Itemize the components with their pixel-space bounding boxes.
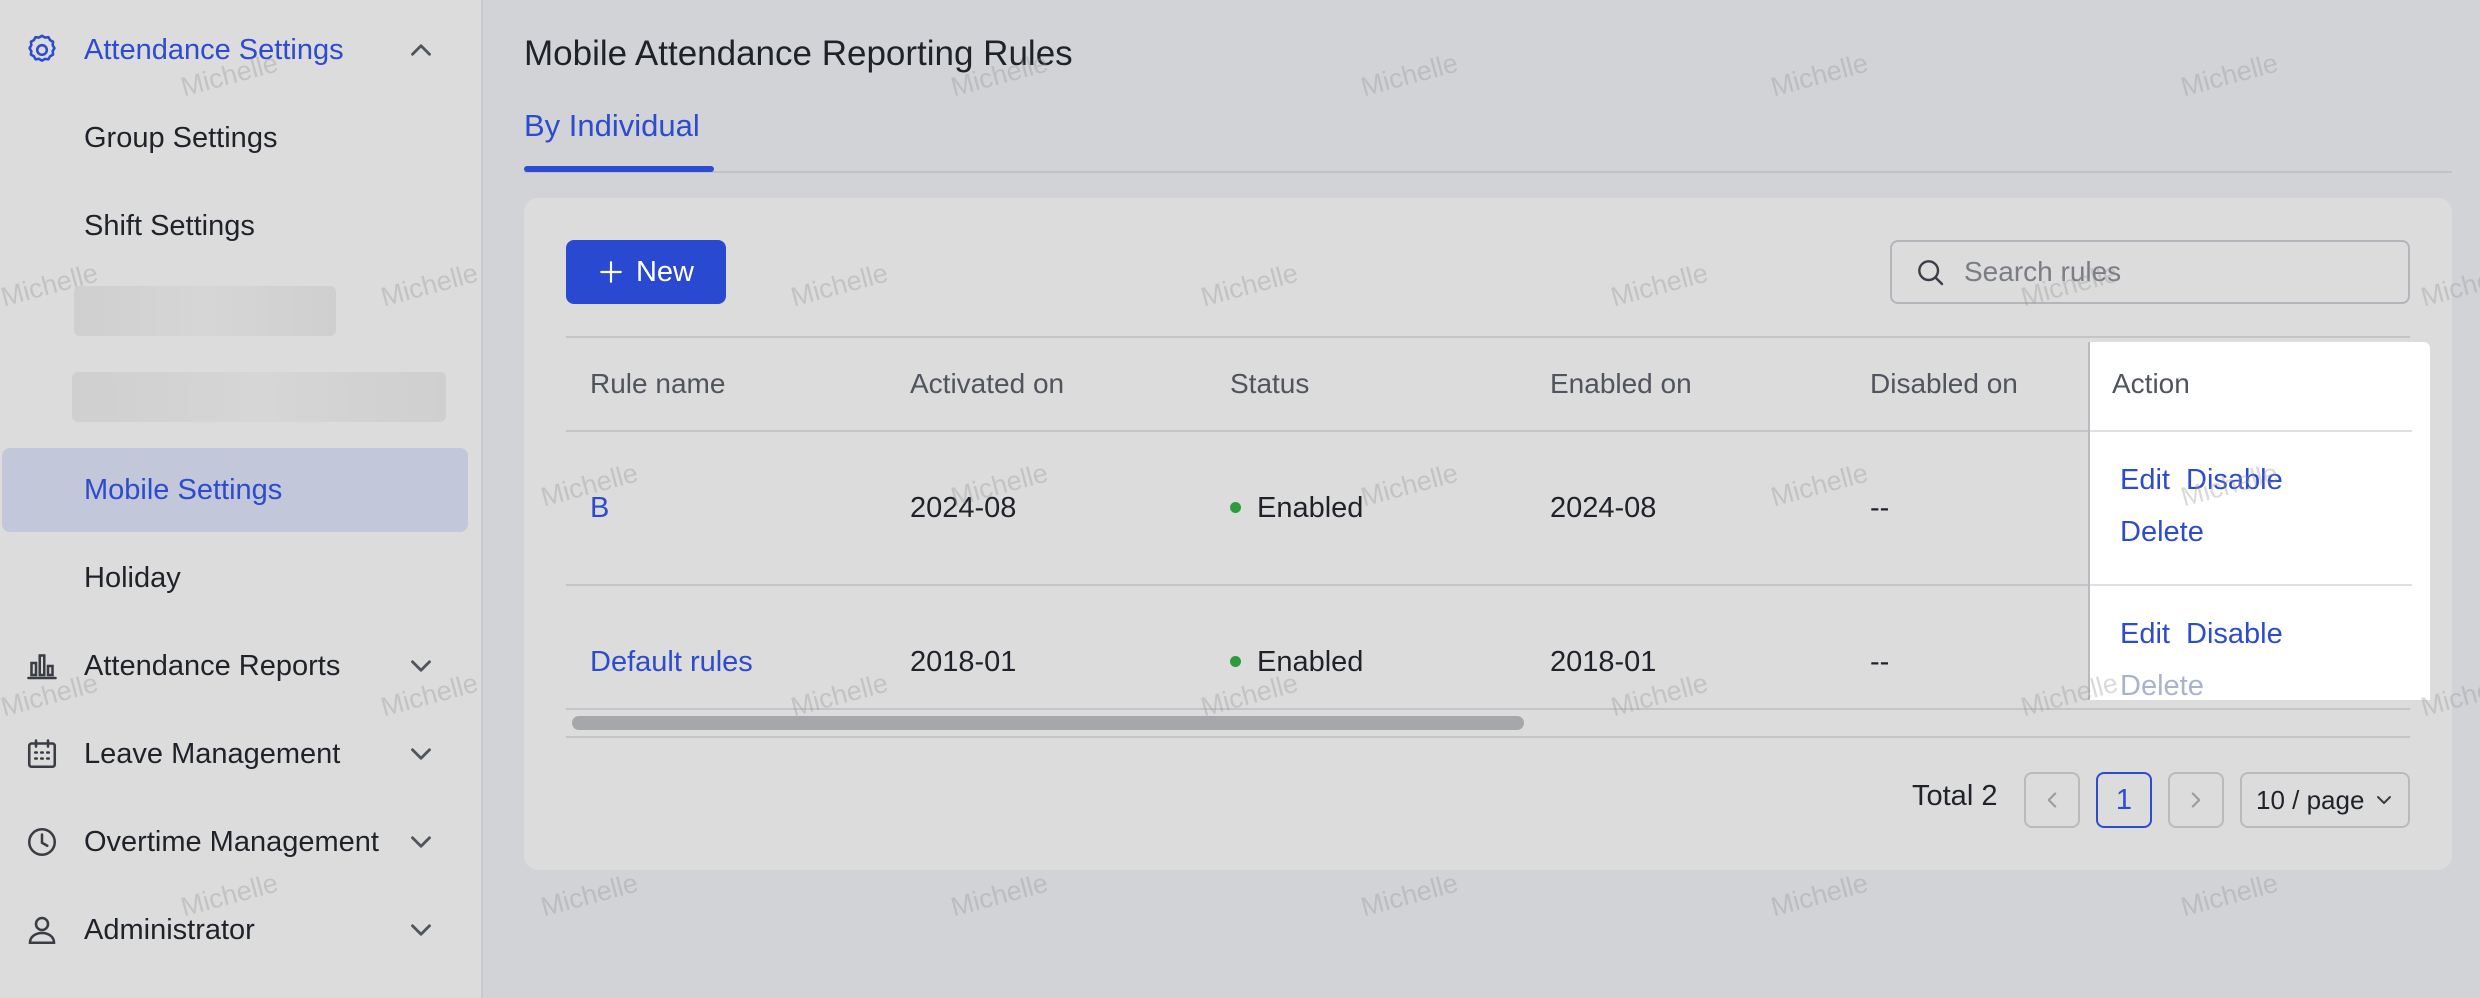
chevron-down-icon [2377, 796, 2391, 804]
sidebar-item-group-settings[interactable]: Group Settings [0, 96, 483, 180]
enabled-on-cell: 2024-08 [1550, 492, 1657, 524]
column-header-rule-name[interactable]: Rule name [590, 368, 725, 400]
sidebar-item-overtime-management[interactable]: Overtime Management [0, 800, 483, 884]
page-title: Mobile Attendance Reporting Rules [524, 34, 1073, 73]
delete-rule-button-disabled: Delete [2120, 670, 2204, 700]
table-top-border [566, 336, 2410, 338]
watermark-text: Michelle [537, 867, 642, 923]
chevron-left-icon [2047, 792, 2057, 808]
watermark-text: Michelle [1357, 867, 1462, 923]
sidebar-item-label: Administrator [84, 913, 255, 946]
status-text: Enabled [1257, 646, 1364, 678]
watermark-text: Michelle [2177, 47, 2282, 103]
watermark-text: Michelle [1767, 867, 1872, 923]
sidebar-item-administrator[interactable]: Administrator [0, 888, 483, 972]
status-dot-icon [1230, 655, 1241, 667]
sidebar-item-label: Mobile Settings [84, 473, 283, 506]
chevron-right-icon [2191, 792, 2201, 808]
edit-rule-button[interactable]: Edit [2120, 464, 2170, 497]
tab-divider [524, 171, 2452, 173]
prev-page-button[interactable] [2024, 772, 2080, 828]
new-rule-button[interactable]: New [566, 240, 726, 304]
sidebar-item-holiday[interactable]: Holiday [0, 536, 483, 620]
watermark-text: Michelle [1357, 47, 1462, 103]
sidebar: Attendance Settings Group Settings Shift… [0, 0, 483, 998]
user-icon [28, 916, 56, 945]
page-size-value: 10 / page [2256, 784, 2365, 815]
column-header-status[interactable]: Status [1230, 368, 1309, 400]
bar-chart-icon [27, 654, 57, 680]
disabled-on-cell: -- [1870, 646, 1890, 678]
sidebar-item-attendance-settings[interactable]: Attendance Settings [0, 8, 483, 92]
column-header-enabled-on[interactable]: Enabled on [1550, 368, 1692, 400]
column-header-action: Action [2112, 368, 2190, 399]
plus-icon [600, 261, 622, 283]
enabled-on-cell: 2018-01 [1550, 646, 1657, 678]
sidebar-item-label: Attendance Settings [84, 33, 344, 66]
sidebar-item-label: Group Settings [84, 121, 278, 154]
status-cell: Enabled [1230, 492, 1363, 525]
status-dot-icon [1230, 501, 1241, 513]
action-column-divider [2090, 430, 2412, 432]
table-bottom-border [566, 736, 2410, 738]
watermark-text: Michelle [947, 867, 1052, 923]
chevron-up-icon [411, 44, 431, 56]
table-row-divider [566, 708, 2410, 710]
blurred-item-placeholder [74, 286, 336, 336]
activated-on-cell: 2018-01 [910, 646, 1017, 678]
search-box[interactable] [1890, 240, 2410, 304]
new-rule-button-label: New [635, 255, 694, 288]
tab-by-individual[interactable]: By Individual [524, 108, 700, 144]
rule-name-link[interactable]: B [590, 492, 609, 525]
watermark-text: Michelle [2177, 867, 2282, 923]
sidebar-item-label: Leave Management [84, 737, 341, 770]
chevron-down-icon [411, 660, 431, 672]
sidebar-item-attendance-reports[interactable]: Attendance Reports [0, 624, 483, 708]
sidebar-item-label: Shift Settings [84, 209, 255, 242]
column-header-activated-on[interactable]: Activated on [910, 368, 1064, 400]
status-text: Enabled [1257, 492, 1364, 524]
clock-icon [27, 827, 57, 857]
action-column-divider [2090, 584, 2412, 586]
column-header-disabled-on[interactable]: Disabled on [1870, 368, 2018, 400]
watermark-text: Michelle [1767, 47, 1872, 103]
chevron-down-icon [411, 748, 431, 760]
horizontal-scrollbar-thumb[interactable] [572, 716, 1524, 730]
status-cell: Enabled [1230, 646, 1363, 679]
sidebar-item-label: Holiday [84, 561, 181, 594]
calendar-icon [27, 739, 57, 769]
sidebar-item-label: Attendance Reports [84, 649, 341, 682]
sidebar-item-shift-settings[interactable]: Shift Settings [0, 184, 483, 268]
next-page-button[interactable] [2168, 772, 2224, 828]
disabled-on-cell: -- [1870, 492, 1890, 524]
total-count: Total 2 [1912, 780, 1998, 812]
sidebar-item-leave-management[interactable]: Leave Management [0, 712, 483, 796]
blurred-item-placeholder [72, 372, 446, 422]
action-column: Action Edit Disable Delete Edit Disable … [2088, 342, 2430, 700]
rule-name-link[interactable]: Default rules [590, 646, 753, 679]
search-input[interactable] [1962, 251, 2386, 293]
tab-active-indicator [524, 166, 714, 172]
search-icon [1918, 260, 1944, 286]
page-number-button[interactable]: 1 [2096, 772, 2152, 828]
sidebar-item-label: Overtime Management [84, 825, 379, 858]
chevron-down-icon [411, 836, 431, 848]
edit-rule-button[interactable]: Edit [2120, 618, 2170, 651]
activated-on-cell: 2024-08 [910, 492, 1017, 524]
sidebar-item-mobile-settings[interactable]: Mobile Settings [2, 448, 468, 532]
disable-rule-button[interactable]: Disable [2186, 618, 2283, 651]
delete-rule-button[interactable]: Delete [2120, 516, 2204, 549]
chevron-down-icon [411, 924, 431, 936]
gear-icon [28, 34, 56, 62]
disable-rule-button[interactable]: Disable [2186, 464, 2283, 497]
page-size-select[interactable]: 10 / page [2240, 772, 2410, 828]
